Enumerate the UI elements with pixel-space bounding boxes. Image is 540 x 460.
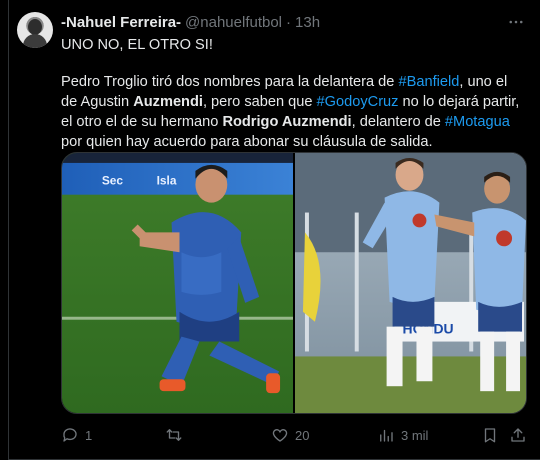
timestamp[interactable]: 13h (295, 14, 320, 31)
share-icon (511, 428, 525, 442)
reply-icon (63, 428, 77, 442)
tweet-actions: 1 20 3 mil (61, 425, 527, 445)
media-grid: Sec Isla (61, 152, 527, 414)
tweet-paragraph: Pedro Troglio tiró dos nombres para la d… (61, 74, 520, 150)
players-celebration-photo: HONDU (295, 153, 526, 413)
svg-text:Sec: Sec (102, 174, 124, 188)
tweet-header: -Nahuel Ferreira- @nahuelfutbol · 13h (61, 13, 320, 31)
more-options-button[interactable] (506, 12, 526, 32)
bookmark-icon (484, 428, 496, 443)
hashtag-godoycruz[interactable]: #GodoyCruz (317, 94, 399, 110)
views-button[interactable]: 3 mil (377, 425, 428, 445)
share-button[interactable] (509, 425, 527, 445)
reply-count: 1 (85, 427, 93, 443)
heart-icon (272, 429, 288, 442)
hashtag-motagua[interactable]: #Motagua (445, 114, 510, 130)
separator-dot: · (286, 13, 292, 31)
like-count: 20 (295, 427, 310, 443)
bookmark-button[interactable] (481, 425, 499, 445)
display-name[interactable]: -Nahuel Ferreira- (61, 14, 181, 31)
thread-divider (8, 0, 9, 460)
views-count: 3 mil (401, 427, 429, 443)
hashtag-banfield[interactable]: #Banfield (398, 74, 459, 90)
tweet-text: UNO NO, EL OTRO SI! Pedro Troglio tiró d… (61, 35, 527, 152)
like-button[interactable]: 20 (271, 425, 309, 445)
player-celebration-photo: Sec Isla (62, 153, 293, 413)
avatar[interactable] (17, 12, 53, 48)
svg-text:Isla: Isla (157, 174, 177, 188)
photo-right[interactable]: HONDU (295, 153, 526, 413)
more-horizontal-icon (509, 20, 523, 24)
user-handle[interactable]: @nahuelfutbol (185, 14, 282, 31)
repost-icon (166, 429, 182, 441)
photo-left[interactable]: Sec Isla (62, 153, 293, 413)
repost-button[interactable] (165, 425, 189, 445)
reply-button[interactable]: 1 (61, 425, 92, 445)
tweet[interactable]: -Nahuel Ferreira- @nahuelfutbol · 13h UN… (0, 0, 540, 460)
views-chart-icon (380, 429, 393, 442)
tweet-headline: UNO NO, EL OTRO SI! (61, 37, 213, 53)
